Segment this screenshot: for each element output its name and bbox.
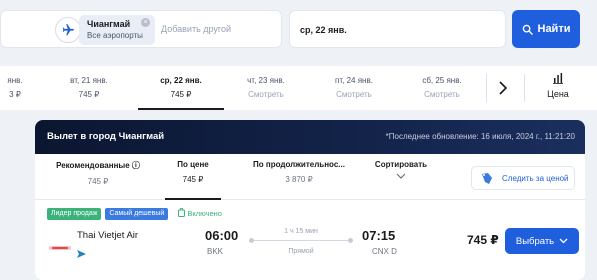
airline-icon (77, 245, 86, 263)
date-item-price: 745 ₽ (78, 90, 100, 99)
find-button-label: Найти (537, 23, 571, 35)
sort-label: Сортировать (374, 160, 428, 169)
date-item-price: Смотреть (336, 90, 372, 99)
sort-value: 3 870 ₽ (285, 175, 313, 184)
destination-chip-subtitle: Все аэропорты (87, 31, 143, 40)
date-item-day: пт, 24 янв. (335, 76, 373, 85)
date-item[interactable]: сб, 25 янв. Смотреть (402, 66, 482, 110)
price-view-label: Цена (547, 89, 569, 99)
route-dot (249, 238, 254, 243)
departure-time: 06:00 (205, 228, 239, 243)
bar-chart-icon (553, 73, 563, 84)
chevron-right-icon[interactable] (490, 76, 516, 100)
date-item-day: вт, 21 янв. (70, 76, 108, 85)
bell-icon (482, 172, 492, 184)
date-item[interactable]: вт, 21 янв. 745 ₽ (44, 66, 134, 110)
arrival-time: 07:15 (362, 228, 396, 243)
airline-logo (49, 238, 71, 250)
sort-by-duration[interactable]: По продолжительнос... 3 870 ₽ (247, 160, 351, 196)
select-button[interactable]: Выбрать (505, 228, 579, 254)
baggage-included: Включено (178, 208, 222, 220)
sort-label: По продолжительнос... (253, 160, 345, 169)
chip-close-icon[interactable]: × (141, 18, 150, 27)
arrival-airport: CNX D (372, 247, 397, 256)
flight-duration: 1 ч 15 мин (284, 228, 318, 235)
destination-chip-title: Чиангмай (87, 19, 131, 29)
divider (486, 74, 487, 102)
date-item-price: Смотреть (424, 90, 460, 99)
flight-type: Прямой (288, 248, 314, 255)
date-item-price: 3 ₽ (9, 90, 21, 99)
luggage-icon (178, 208, 186, 217)
price-view-toggle[interactable]: Цена (532, 72, 584, 99)
date-item-day: янв. (7, 76, 23, 85)
add-other-input[interactable]: Добавить другой (161, 24, 231, 34)
sort-value: 745 ₽ (87, 177, 109, 186)
destination-chip[interactable]: Чиангмай Все аэропорты × (79, 15, 155, 45)
divider (524, 74, 525, 102)
flight-price: 745 ₽ (467, 233, 499, 247)
follow-price-label: Следить за ценой (502, 173, 569, 183)
sort-value: 745 ₽ (182, 175, 204, 184)
departure-airport: BKK (207, 247, 224, 256)
results-header: Вылет в город Чиангмай *Последнее обновл… (35, 120, 585, 154)
sort-recommended[interactable]: Рекомендованные ⓘ 745 ₽ (43, 160, 153, 196)
sort-dropdown[interactable]: Сортировать (363, 160, 439, 196)
select-button-label: Выбрать (515, 235, 555, 247)
results-card: Вылет в город Чиангмай *Последнее обновл… (35, 120, 585, 280)
date-item[interactable]: пт, 24 янв. Смотреть (314, 66, 394, 110)
included-label: Включено (187, 209, 222, 218)
search-bar: Чиангмай Все аэропорты × Добавить другой… (0, 0, 597, 58)
route-info: 1 ч 15 мин Прямой (245, 228, 357, 258)
date-item-day: ср, 22 янв. (160, 76, 202, 85)
sort-label: Рекомендованные ⓘ (56, 161, 140, 170)
date-item[interactable]: янв. 3 ₽ (0, 66, 30, 110)
badge-cheapest: Самый дешевый (105, 208, 169, 220)
destination-field[interactable]: Чиангмай Все аэропорты × Добавить другой (0, 10, 282, 48)
date-item[interactable]: чт, 23 янв. Смотреть (226, 66, 306, 110)
badges: Лидер продаж Самый дешевый Включено (47, 208, 222, 220)
airline-name: Thai Vietjet Air (77, 230, 139, 241)
route-dot (348, 238, 353, 243)
date-strip: янв. 3 ₽ вт, 21 янв. 745 ₽ ср, 22 янв. 7… (0, 66, 597, 110)
date-item-day: чт, 23 янв. (247, 76, 285, 85)
plane-icon (55, 17, 81, 43)
search-icon (522, 24, 533, 35)
results-title: Вылет в город Чиангмай (47, 131, 165, 142)
date-item-price: 745 ₽ (170, 90, 192, 99)
sort-bar: Рекомендованные ⓘ 745 ₽ По цене 745 ₽ По… (35, 154, 585, 200)
date-item-day: сб, 25 янв. (422, 76, 462, 85)
find-button[interactable]: Найти (512, 10, 580, 48)
chevron-down-icon (559, 238, 568, 244)
route-line (251, 240, 351, 241)
sort-by-price[interactable]: По цене 745 ₽ (165, 160, 221, 200)
date-field[interactable]: ср, 22 янв. (289, 10, 506, 48)
last-updated: *Последнее обновление: 16 июля, 2024 г.,… (385, 132, 575, 141)
badge-bestseller: Лидер продаж (47, 208, 102, 220)
follow-price-button[interactable]: Следить за ценой (471, 166, 575, 190)
sort-label: По цене (177, 160, 209, 169)
chevron-down-icon (363, 172, 439, 181)
date-item-selected[interactable]: ср, 22 янв. 745 ₽ (138, 66, 224, 110)
date-item-price: Смотреть (248, 90, 284, 99)
